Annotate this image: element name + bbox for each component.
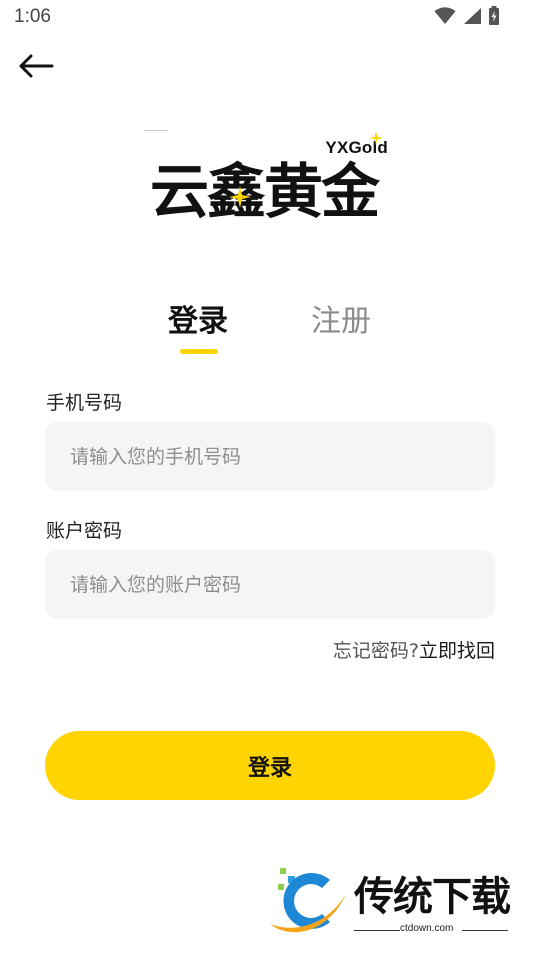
auth-tabs: 登录 注册 xyxy=(0,296,540,360)
tab-login[interactable]: 登录 xyxy=(168,296,228,340)
tab-register[interactable]: 注册 xyxy=(311,296,371,340)
active-tab-indicator xyxy=(180,349,218,354)
watermark-logo-icon xyxy=(266,864,350,942)
watermark: 传统下载 ctdown.com xyxy=(266,860,516,940)
app-logo: YXGold 云鑫黄金 xyxy=(140,124,400,236)
watermark-title: 传统下载 xyxy=(354,874,511,920)
battery-icon xyxy=(488,6,500,30)
wifi-icon xyxy=(434,7,456,29)
watermark-url: ctdown.com xyxy=(400,923,454,934)
login-button[interactable]: 登录 xyxy=(45,731,495,800)
forgot-question: 忘记密码? xyxy=(332,640,419,662)
password-label: 账户密码 xyxy=(46,520,123,542)
status-time: 1:06 xyxy=(14,6,51,27)
recover-link[interactable]: 立即找回 xyxy=(419,636,495,663)
watermark-divider xyxy=(354,930,400,931)
signal-icon xyxy=(462,7,482,29)
logo-dash xyxy=(144,130,168,131)
forgot-password: 忘记密码? 立即找回 xyxy=(333,636,495,663)
logo-main-text: 云鑫黄金 xyxy=(150,157,380,226)
phone-label: 手机号码 xyxy=(46,392,123,414)
sparkle-icon xyxy=(229,186,251,212)
password-field xyxy=(45,550,495,619)
password-input[interactable] xyxy=(45,550,495,619)
back-button[interactable] xyxy=(14,48,58,88)
status-bar: 1:06 xyxy=(0,0,540,36)
phone-field xyxy=(45,422,495,491)
sparkle-icon xyxy=(369,130,383,149)
back-arrow-icon xyxy=(18,54,54,82)
watermark-divider xyxy=(462,930,508,931)
phone-input[interactable] xyxy=(45,422,495,491)
status-icons xyxy=(434,6,500,30)
